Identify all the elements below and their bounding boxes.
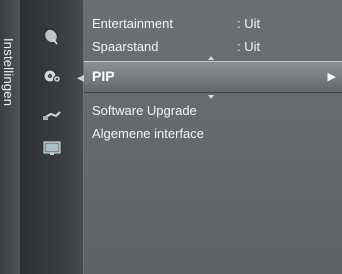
satellite-dish-glyph — [44, 28, 58, 45]
list-item-spaarstand[interactable]: Spaarstand : Uit — [92, 37, 342, 57]
category-label: Instellingen — [1, 38, 16, 107]
item-value: : Uit — [237, 39, 261, 54]
item-label: Spaarstand — [92, 39, 159, 54]
selected-item-pip[interactable]: PIP ▶ — [84, 61, 342, 93]
satellite-dish-icon[interactable] — [40, 27, 64, 47]
category-tab: Instellingen — [0, 0, 21, 274]
menu-list: Entertainment : Uit Spaarstand : Uit Sof… — [84, 0, 342, 274]
settings-gear-glyph — [43, 69, 61, 83]
item-value: : Uit — [237, 16, 261, 31]
tv-screen-glyph — [43, 141, 61, 155]
menu-icon-column — [21, 0, 84, 274]
scroll-down-icon[interactable] — [208, 95, 214, 99]
item-label: Algemene interface — [92, 126, 205, 141]
settings-gear-icon[interactable] — [40, 66, 64, 86]
input-cable-glyph — [43, 111, 61, 120]
list-item-algemene-interface[interactable]: Algemene interface — [92, 124, 342, 144]
list-item-entertainment[interactable]: Entertainment : Uit — [92, 14, 342, 34]
selected-item-label: PIP — [92, 68, 115, 84]
item-label: Software Upgrade — [92, 103, 197, 118]
tv-screen-icon[interactable] — [40, 138, 64, 158]
submenu-arrow-icon: ▶ — [327, 71, 336, 83]
scroll-up-icon[interactable] — [208, 56, 214, 60]
item-label: Entertainment — [92, 16, 173, 31]
list-item-software-upgrade[interactable]: Software Upgrade — [92, 101, 342, 121]
input-cable-icon[interactable] — [40, 105, 64, 125]
settings-menu-frame: Instellingen ◀ Entertainment: Uit Spaar… — [0, 0, 342, 274]
